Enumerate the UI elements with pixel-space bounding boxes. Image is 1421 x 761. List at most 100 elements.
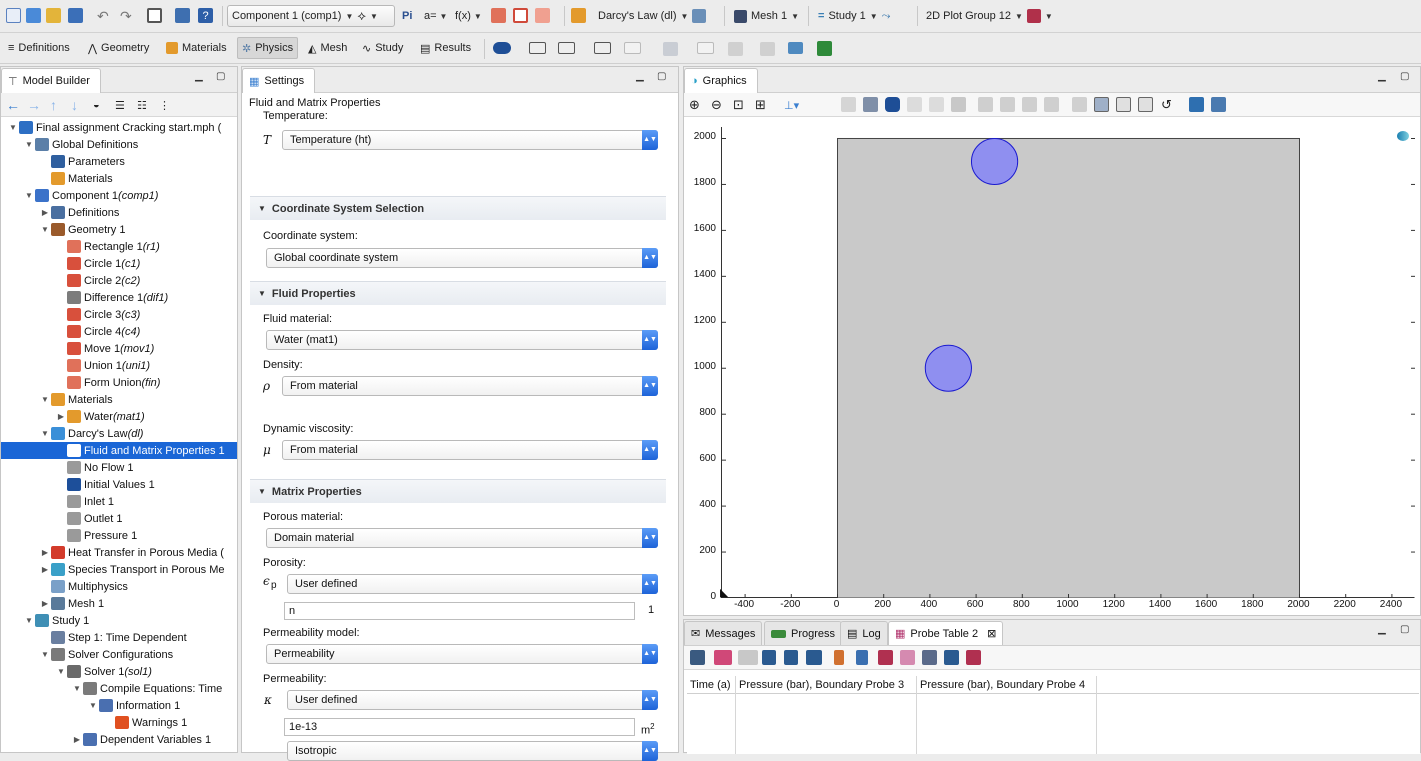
tab-results[interactable]: ▤ Results [416,37,475,59]
wireframe-icon[interactable] [1116,97,1131,112]
tree-item[interactable]: ▼ Darcy's Law (dl) [1,425,237,442]
tree-item[interactable]: ▼ Solver Configurations [1,646,237,663]
porous-material-select[interactable]: Domain material ▲▼ [266,528,658,548]
refresh-icon[interactable] [147,8,162,23]
tree-item[interactable]: ▶ Heat Transfer in Porous Media ( [1,544,237,561]
tab-progress[interactable]: Progress [764,621,843,645]
export-icon[interactable] [944,650,959,665]
back-arrow-icon[interactable]: ← [6,94,20,116]
expanded-triangle-icon[interactable]: ▼ [7,123,19,132]
new-file-icon[interactable] [6,8,21,23]
tree-item[interactable]: Materials [1,170,237,187]
undo-icon[interactable]: ↶ [97,5,109,27]
pair-condition-icon[interactable] [594,42,611,54]
expanded-triangle-icon[interactable]: ▼ [39,429,51,438]
expanded-triangle-icon[interactable]: ▼ [39,650,51,659]
section-fluid-properties[interactable]: ▼ Fluid Properties [250,281,666,305]
show-icon[interactable]: ◒ [93,94,100,116]
collapsed-triangle-icon[interactable]: ▶ [39,599,51,608]
tree-item[interactable]: Move 1 (mov1) [1,340,237,357]
permeability-model-select[interactable]: Permeability ▲▼ [266,644,658,664]
select-domains-icon[interactable] [863,97,878,112]
porosity-select[interactable]: User defined ▲▼ [287,574,658,594]
tree-item[interactable]: ▼ Study 1 [1,612,237,629]
collapsed-triangle-icon[interactable]: ▶ [39,565,51,574]
tree-item[interactable]: ▼ Component 1 (comp1) [1,187,237,204]
table-format-icon[interactable] [690,650,705,665]
tab-messages[interactable]: ✉ Messages [684,621,763,645]
materials-icon[interactable] [571,8,586,23]
circle-domain-2[interactable] [924,344,972,392]
minimize-icon[interactable]: ▁ [636,71,644,82]
col-probe3[interactable]: Pressure (bar), Boundary Probe 3 [736,676,917,694]
circle-domain-1[interactable] [970,137,1019,185]
union-selection-icon[interactable] [978,97,993,112]
folder-icon[interactable] [46,8,61,23]
open-icon[interactable] [26,8,41,23]
plot-group-combo[interactable]: 2D Plot Group 12 ▼ ▼ [922,5,1060,27]
down-arrow-icon[interactable]: ↓ [71,94,78,116]
up-arrow-icon[interactable]: ↑ [50,94,57,116]
expanded-triangle-icon[interactable]: ▼ [39,225,51,234]
tree-item[interactable]: ▶ Dependent Variables 1 [1,731,237,748]
collapse-icon[interactable]: ☷ [137,94,147,116]
tree-item[interactable]: Inlet 1 [1,493,237,510]
reset-view-icon[interactable]: ↺ [1161,94,1172,116]
expanded-triangle-icon[interactable]: ▼ [55,667,67,676]
col-probe4[interactable]: Pressure (bar), Boundary Probe 4 [917,676,1097,694]
tab-study[interactable]: ∿ Study [358,37,407,59]
geometry-ops-icon[interactable] [535,8,550,23]
book-icon[interactable] [175,8,190,23]
auto-notation-icon[interactable] [738,650,758,665]
tab-mesh[interactable]: ◭ Mesh [304,37,351,59]
tree-item[interactable]: ▶ Water (mat1) [1,408,237,425]
table-layout-icon[interactable] [966,650,981,665]
zoom-out-icon[interactable]: ⊖ [711,94,722,116]
expanded-triangle-icon[interactable]: ▼ [87,701,99,710]
tab-definitions[interactable]: ≡ Definitions [4,37,74,59]
show-visible-icon[interactable] [1094,97,1109,112]
tree-item[interactable]: ▼ Compile Equations: Time [1,680,237,697]
add-physics-icon[interactable] [817,41,832,56]
axes-icon[interactable]: ⊥▾ [784,94,799,116]
tree-item[interactable]: ▼ Global Definitions [1,136,237,153]
tree-item[interactable]: Multiphysics [1,578,237,595]
edge-condition-icon[interactable] [558,42,575,54]
tree-item[interactable]: Warnings 1 [1,714,237,731]
select-points-icon[interactable] [929,97,944,112]
tree-item[interactable]: ▶ Definitions [1,204,237,221]
plot-area[interactable] [721,127,1415,598]
scientific-notation-icon[interactable] [784,650,798,665]
permeability-select[interactable]: User defined ▲▼ [287,690,658,710]
model-builder-tab[interactable]: ⊤ Model Builder [1,68,101,93]
delete-icon[interactable] [856,650,868,665]
select-edges-icon[interactable] [907,97,922,112]
expanded-triangle-icon[interactable]: ▼ [23,140,35,149]
minimize-icon[interactable]: ▁ [1378,71,1386,82]
tree-item[interactable]: Parameters [1,153,237,170]
col-time[interactable]: Time (a) [687,676,736,694]
tree-item[interactable]: ▼ Materials [1,391,237,408]
maximize-icon[interactable]: ▢ [216,71,225,82]
deselect-icon[interactable] [951,97,966,112]
boundary-condition-icon[interactable] [529,42,546,54]
copy-table-icon[interactable] [922,650,937,665]
tree-item[interactable]: Circle 1 (c1) [1,255,237,272]
settings-tab[interactable]: ▦ Settings [242,68,316,93]
tab-materials[interactable]: Materials [162,37,231,59]
expanded-triangle-icon[interactable]: ▼ [23,191,35,200]
help-icon[interactable]: ? [198,8,213,23]
parameters-button[interactable]: Pi [402,5,412,27]
copy-icon[interactable] [900,650,915,665]
functions-button[interactable]: f(x) ▼ [455,5,482,27]
viscosity-select[interactable]: From material ▲▼ [282,440,658,460]
tree-item[interactable]: Form Union (fin) [1,374,237,391]
minimize-icon[interactable]: ▁ [195,71,203,82]
graphics-tab[interactable]: ◑ Graphics [684,68,758,93]
tree-item[interactable]: Fluid and Matrix Properties 1 [1,442,237,459]
density-select[interactable]: From material ▲▼ [282,376,658,396]
collapsed-triangle-icon[interactable]: ▶ [71,735,83,744]
camera-icon[interactable] [1189,97,1204,112]
expanded-triangle-icon[interactable]: ▼ [39,395,51,404]
component-combo[interactable]: Component 1 (comp1) ▼ ⟡ ▼ [227,5,395,27]
